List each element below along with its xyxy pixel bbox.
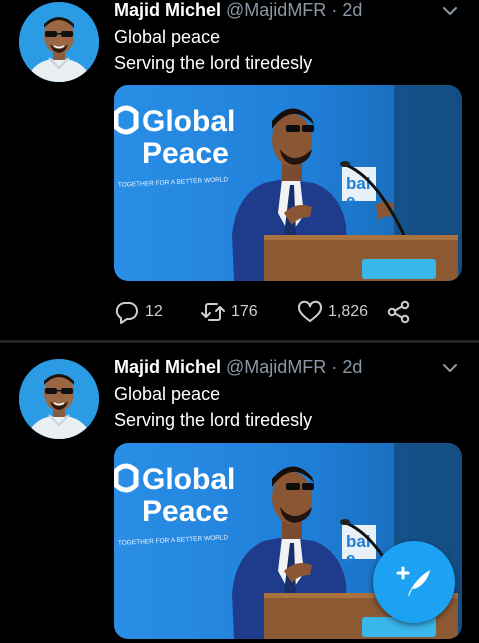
compose-tweet-button[interactable] [373, 541, 455, 623]
reply-count: 12 [145, 303, 163, 320]
podium-text: e [346, 191, 355, 210]
retweet-count: 176 [231, 303, 258, 320]
speech-bubble-icon [115, 301, 138, 324]
reply-button[interactable]: 12 [114, 298, 163, 326]
banner-title: Global [142, 463, 235, 496]
banner-title: Global [142, 105, 235, 138]
like-button[interactable]: 1,826 [297, 298, 368, 326]
tweet-text: Global peace Serving the lord tiredesly [114, 24, 312, 76]
avatar[interactable] [19, 359, 99, 439]
timestamp[interactable]: · 2d [331, 357, 362, 377]
tweet-text-line: Global peace [114, 384, 221, 404]
banner-title: Peace [142, 495, 229, 528]
tweet-text-line: Global peace [114, 27, 221, 47]
tweet-text: Global peace Serving the lord tiredesly [114, 381, 312, 433]
tweet-header: Majid Michel @MajidMFR · 2d [114, 0, 362, 22]
podium-text: e [346, 549, 355, 568]
tweet[interactable]: Majid Michel @MajidMFR · 2d Global peace… [0, 0, 479, 340]
feather-plus-icon [396, 566, 430, 596]
author-handle[interactable]: @MajidMFR [226, 0, 326, 20]
chevron-down-icon[interactable] [441, 2, 459, 20]
author-name[interactable]: Majid Michel [114, 357, 221, 377]
retweet-icon [201, 303, 225, 321]
heart-icon [297, 300, 323, 322]
like-count: 1,826 [328, 303, 369, 320]
share-button[interactable] [386, 298, 412, 326]
author-name[interactable]: Majid Michel [114, 0, 221, 20]
chevron-down-icon[interactable] [441, 359, 459, 377]
tweet-header: Majid Michel @MajidMFR · 2d [114, 357, 362, 379]
tweet-text-line: Serving the lord tiredesly [114, 410, 313, 430]
share-icon [387, 300, 410, 324]
tweet-text-line: Serving the lord tiredesly [114, 53, 313, 73]
timestamp[interactable]: · 2d [331, 0, 362, 20]
avatar[interactable] [19, 2, 99, 82]
retweet-button[interactable]: 176 [200, 298, 258, 326]
author-handle[interactable]: @MajidMFR [226, 357, 326, 377]
banner-title: Peace [142, 137, 229, 170]
tweet-image[interactable]: Global Peace TOGETHER FOR A BETTER WORLD… [114, 85, 462, 281]
tweet-actions: 12 176 1,826 [114, 298, 434, 326]
